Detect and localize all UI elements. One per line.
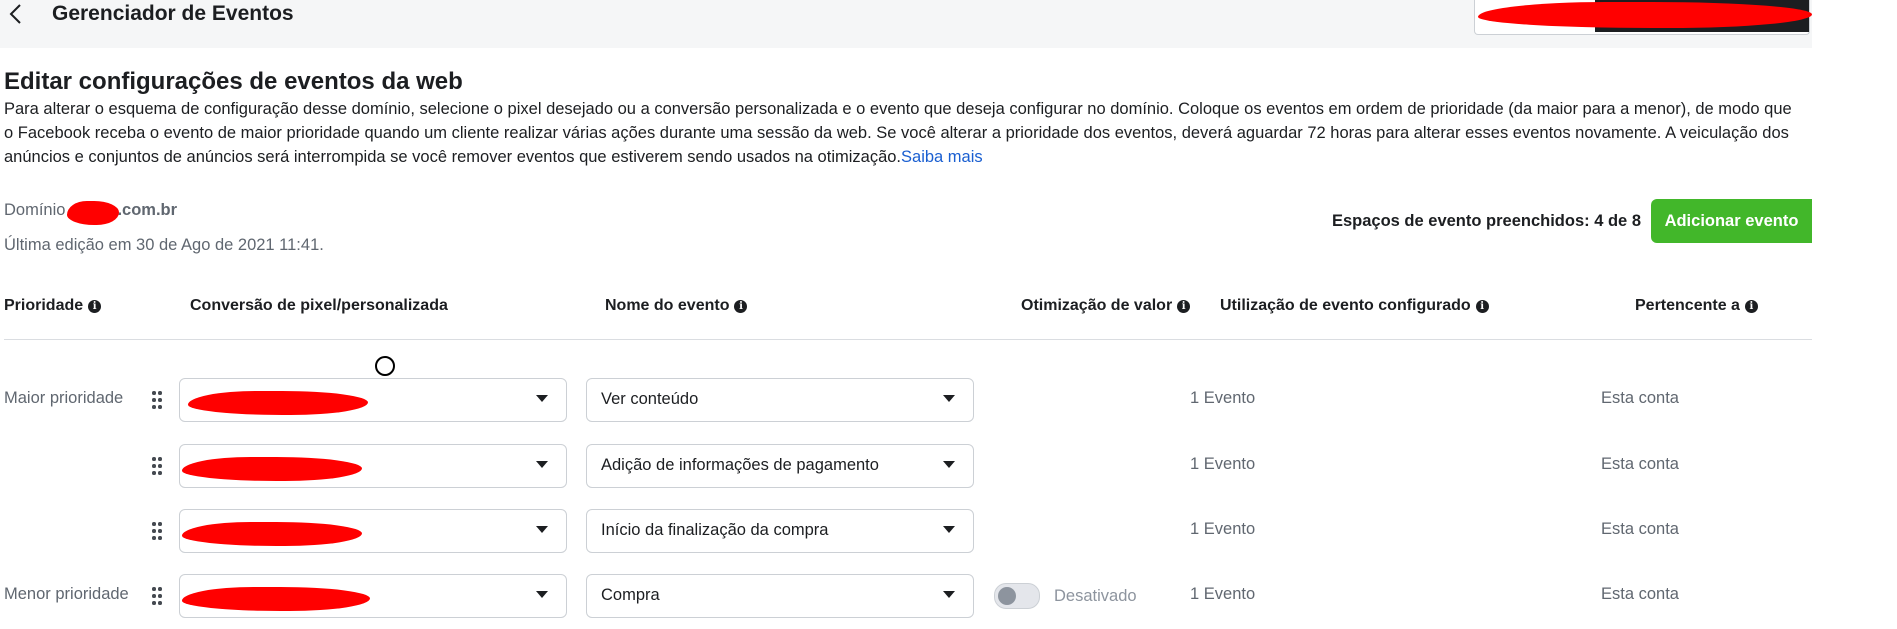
back-button[interactable] bbox=[4, 4, 28, 24]
caret-down-icon bbox=[536, 591, 548, 598]
header-priority: Prioridade i bbox=[4, 297, 102, 315]
info-icon[interactable]: i bbox=[1475, 299, 1489, 313]
pixel-select[interactable] bbox=[179, 509, 567, 553]
toggle-label: Desativado bbox=[1054, 586, 1137, 605]
last-edit-info: Última edição em 30 de Ago de 2021 11:41… bbox=[4, 236, 324, 254]
header-value-optimization: Otimização de valor i bbox=[1021, 297, 1191, 315]
drag-handle-icon[interactable] bbox=[152, 587, 164, 605]
redaction-mark bbox=[182, 457, 362, 481]
table-row: Maior prioridade Ver conteúdo 1 Evento E… bbox=[0, 378, 1812, 422]
redaction-mark bbox=[182, 587, 370, 611]
event-usage-count: 1 Evento bbox=[1190, 455, 1256, 473]
event-name-value: Compra bbox=[601, 586, 660, 604]
event-name-select[interactable]: Início da finalização da compra bbox=[586, 509, 974, 553]
header-event-name-label: Nome do evento bbox=[605, 297, 730, 314]
learn-more-link[interactable]: Saiba mais bbox=[901, 148, 983, 166]
redaction-mark bbox=[188, 391, 368, 415]
caret-down-icon bbox=[536, 461, 548, 468]
caret-down-icon bbox=[943, 591, 955, 598]
priority-label: Menor prioridade bbox=[4, 585, 129, 603]
caret-down-icon bbox=[536, 526, 548, 533]
table-divider bbox=[4, 339, 1812, 340]
pixel-select[interactable] bbox=[179, 444, 567, 488]
mouse-cursor-icon bbox=[375, 356, 395, 376]
table-row: Menor prioridade Compra Desativado 1 Eve… bbox=[0, 574, 1812, 618]
table-row: Adição de informações de pagamento 1 Eve… bbox=[0, 444, 1812, 488]
caret-down-icon bbox=[943, 526, 955, 533]
pixel-select[interactable] bbox=[179, 574, 567, 618]
header-event-name: Nome do evento i bbox=[605, 297, 748, 315]
add-event-button[interactable]: Adicionar evento bbox=[1651, 199, 1812, 243]
domain-suffix: .com.br bbox=[117, 201, 178, 219]
domain-label: Domínio bbox=[4, 201, 66, 219]
page-heading: Editar configurações de eventos da web bbox=[4, 68, 463, 95]
app-title: Gerenciador de Eventos bbox=[52, 2, 294, 25]
info-icon[interactable]: i bbox=[1177, 299, 1191, 313]
event-usage-count: 1 Evento bbox=[1190, 389, 1256, 407]
event-owner: Esta conta bbox=[1601, 520, 1679, 538]
drag-handle-icon[interactable] bbox=[152, 391, 164, 409]
event-usage-count: 1 Evento bbox=[1190, 520, 1256, 538]
caret-down-icon bbox=[536, 395, 548, 402]
event-name-value: Adição de informações de pagamento bbox=[601, 456, 879, 474]
pixel-select[interactable] bbox=[179, 378, 567, 422]
redaction-mark bbox=[1478, 2, 1812, 28]
header-owner: Pertencente a i bbox=[1635, 297, 1758, 315]
event-name-value: Ver conteúdo bbox=[601, 390, 699, 408]
description-text: Para alterar o esquema de configuração d… bbox=[4, 100, 1792, 166]
drag-handle-icon[interactable] bbox=[152, 522, 164, 540]
top-bar: Gerenciador de Eventos bbox=[0, 0, 1812, 48]
info-icon[interactable]: i bbox=[734, 299, 748, 313]
event-slots-counter: Espaços de evento preenchidos: 4 de 8 bbox=[1331, 212, 1641, 230]
priority-label: Maior prioridade bbox=[4, 389, 124, 407]
header-event-usage-label: Utilização de evento configurado bbox=[1220, 297, 1471, 314]
event-owner: Esta conta bbox=[1601, 455, 1679, 473]
event-name-value: Início da finalização da compra bbox=[601, 521, 829, 539]
event-name-select[interactable]: Ver conteúdo bbox=[586, 378, 974, 422]
event-usage-count: 1 Evento bbox=[1190, 585, 1256, 603]
header-owner-label: Pertencente a bbox=[1635, 297, 1740, 314]
header-event-usage: Utilização de evento configurado i bbox=[1220, 297, 1489, 315]
event-name-select[interactable]: Adição de informações de pagamento bbox=[586, 444, 974, 488]
event-name-select[interactable]: Compra bbox=[586, 574, 974, 618]
event-owner: Esta conta bbox=[1601, 585, 1679, 603]
redaction-mark bbox=[67, 201, 119, 225]
chevron-left-icon bbox=[9, 4, 21, 24]
info-icon[interactable]: i bbox=[1744, 299, 1758, 313]
drag-handle-icon[interactable] bbox=[152, 457, 164, 475]
caret-down-icon bbox=[943, 395, 955, 402]
header-value-optimization-label: Otimização de valor bbox=[1021, 297, 1173, 314]
redaction-mark bbox=[182, 522, 362, 546]
header-pixel-label: Conversão de pixel/personalizada bbox=[190, 297, 448, 314]
table-row: Início da finalização da compra 1 Evento… bbox=[0, 509, 1812, 553]
info-icon[interactable]: i bbox=[88, 299, 102, 313]
toggle-switch[interactable] bbox=[994, 583, 1040, 609]
header-pixel: Conversão de pixel/personalizada bbox=[190, 297, 448, 315]
caret-down-icon bbox=[943, 461, 955, 468]
toggle-knob bbox=[998, 587, 1016, 605]
page-description: Para alterar o esquema de configuração d… bbox=[4, 97, 1804, 169]
value-optimization-toggle[interactable]: Desativado bbox=[994, 583, 1137, 609]
event-owner: Esta conta bbox=[1601, 389, 1679, 407]
header-priority-label: Prioridade bbox=[4, 297, 84, 314]
